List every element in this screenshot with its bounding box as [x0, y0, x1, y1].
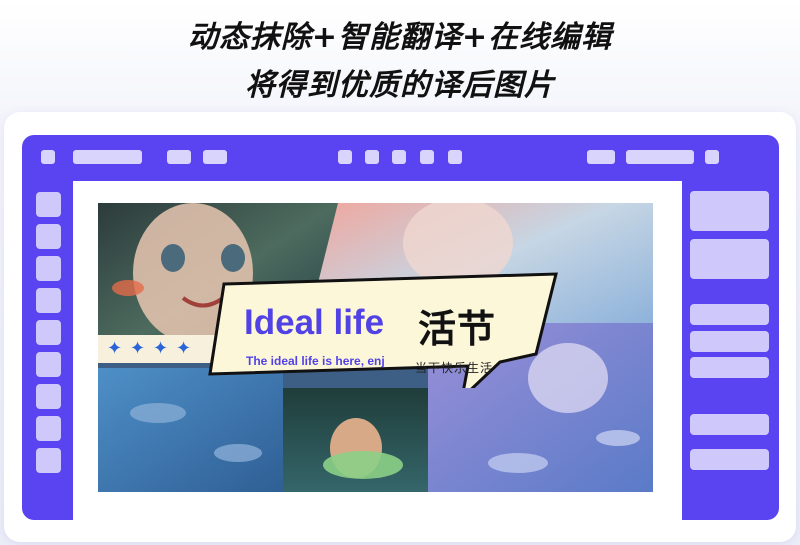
toolbar-tool-1[interactable] [338, 150, 352, 164]
poster-subtitle-cn[interactable]: 当下快乐生活 [415, 359, 493, 376]
left-tool-2[interactable] [36, 224, 61, 249]
toolbar-more-button[interactable] [705, 150, 719, 164]
property-panel-2[interactable] [690, 239, 769, 279]
toolbar-tool-5[interactable] [448, 150, 462, 164]
star-icon: ✦ [130, 338, 146, 359]
left-tool-1[interactable] [36, 192, 61, 217]
property-panel-4[interactable] [690, 331, 769, 352]
headline-secondary: 将得到优质的译后图片 [245, 68, 555, 103]
left-tool-4[interactable] [36, 288, 61, 313]
toolbar-undo-button[interactable] [167, 150, 191, 164]
left-tool-9[interactable] [36, 448, 61, 473]
toolbar-tool-3[interactable] [392, 150, 406, 164]
left-tool-7[interactable] [36, 384, 61, 409]
left-tool-5[interactable] [36, 320, 61, 345]
toolbar-export-button[interactable] [626, 150, 694, 164]
property-panel-1[interactable] [690, 191, 769, 231]
headline-primary: 动态抹除+智能翻译+在线编辑 [187, 20, 613, 55]
left-tool-3[interactable] [36, 256, 61, 281]
property-panel-6[interactable] [690, 414, 769, 435]
toolbar-tool-4[interactable] [420, 150, 434, 164]
property-panel-3[interactable] [690, 304, 769, 325]
star-icon: ✦ [107, 338, 123, 359]
toolbar-redo-button[interactable] [203, 150, 227, 164]
property-panel-7[interactable] [690, 449, 769, 470]
property-panel-5[interactable] [690, 357, 769, 378]
star-icon: ✦ [153, 338, 169, 359]
left-tool-6[interactable] [36, 352, 61, 377]
toolbar-menu-button[interactable] [41, 150, 55, 164]
toolbar-zoom-button[interactable] [587, 150, 615, 164]
poster-subtitle-en[interactable]: The ideal life is here, enj [246, 354, 385, 368]
left-tool-8[interactable] [36, 416, 61, 441]
poster-title-en[interactable]: Ideal life [244, 303, 384, 343]
star-icon: ✦ [176, 338, 192, 359]
toolbar-file-button[interactable] [73, 150, 142, 164]
toolbar-tool-2[interactable] [365, 150, 379, 164]
poster-title-cn[interactable]: 活节 [418, 298, 496, 353]
